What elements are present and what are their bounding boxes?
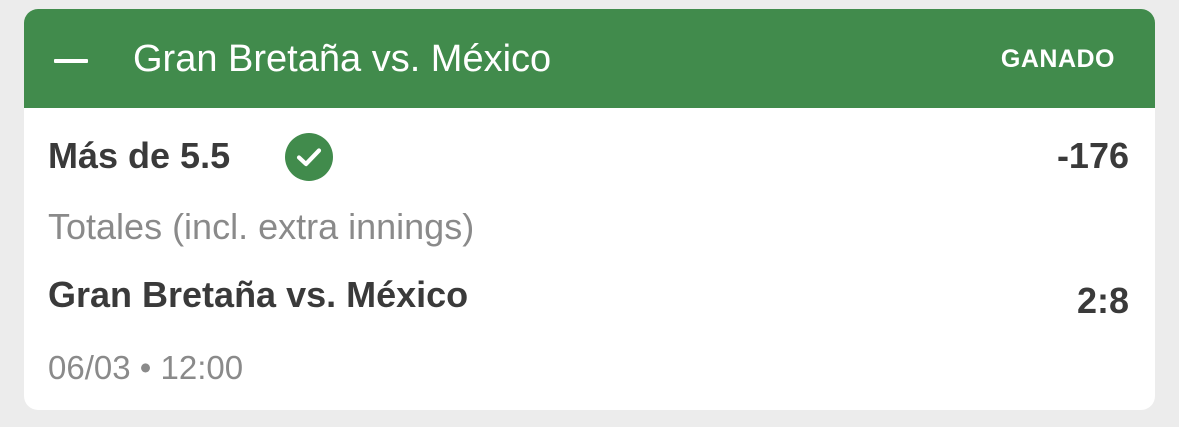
bet-odds: -176 (1056, 135, 1129, 176)
match-title: Gran Bretaña vs. México (133, 38, 552, 80)
bet-card: Gran Bretaña vs. México GANADO Más de 5.… (24, 9, 1155, 410)
check-circle-icon (285, 133, 333, 181)
datetime-separator: • (139, 349, 152, 386)
status-badge: GANADO (1000, 45, 1115, 73)
event-datetime: 06/03 • 12:00 (48, 347, 243, 389)
event-name: Gran Bretaña vs. México (48, 274, 469, 315)
event-time: 12:00 (160, 349, 244, 386)
collapse-button[interactable] (44, 35, 100, 85)
market-name: Totales (incl. extra innings) (48, 206, 475, 247)
bet-card-header[interactable]: Gran Bretaña vs. México GANADO (24, 9, 1155, 108)
bet-selection: Más de 5.5 (48, 135, 231, 176)
event-date: 06/03 (48, 349, 131, 386)
final-score: 2:8 (1076, 280, 1129, 321)
minus-icon (54, 59, 88, 63)
